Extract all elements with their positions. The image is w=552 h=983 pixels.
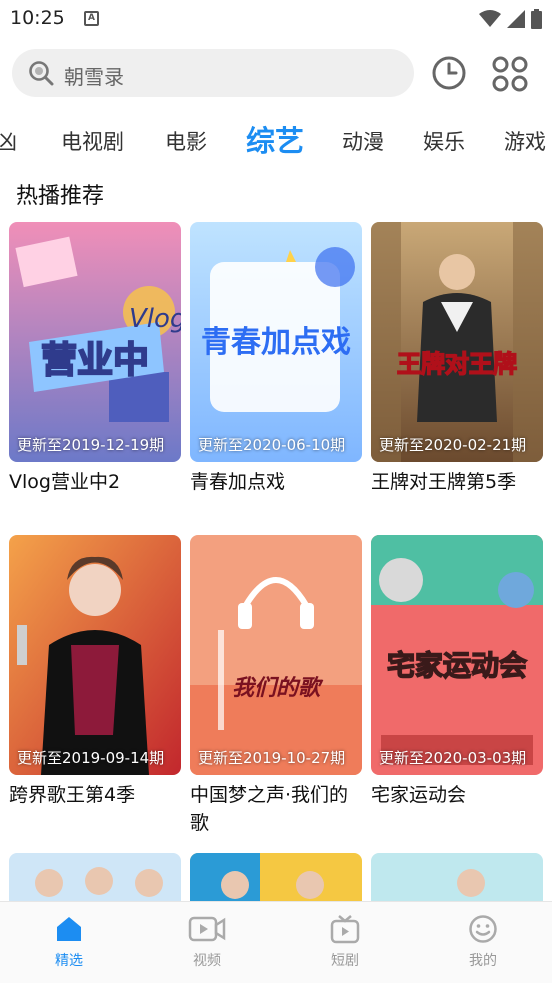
status-icons: [479, 9, 542, 29]
tab-partial[interactable]: 凶: [0, 126, 17, 156]
update-label: 更新至2020-03-03期: [379, 749, 527, 767]
status-time: 10:25: [10, 7, 65, 29]
show-poster[interactable]: 营业中 Vlog 更新至2019-12-19期: [9, 222, 181, 462]
nav-featured[interactable]: 精选: [29, 914, 109, 970]
update-label: 更新至2019-09-14期: [17, 749, 165, 767]
battery-icon: [531, 9, 542, 29]
svg-text:Vlog: Vlog: [129, 304, 181, 334]
show-poster[interactable]: 我们的歌 更新至2019-10-27期: [190, 535, 362, 775]
show-title: 中国梦之声·我们的歌: [190, 784, 349, 834]
video-icon: [188, 916, 226, 942]
tv-icon: [330, 915, 360, 944]
show-poster-partial[interactable]: [371, 853, 543, 901]
history-icon[interactable]: [431, 55, 467, 91]
status-bar: 10:25 A: [0, 0, 552, 38]
nav-video[interactable]: 视频: [167, 914, 247, 970]
show-poster[interactable]: 宅家运动会 更新至2020-03-03期: [371, 535, 543, 775]
poster-logo-text: 王牌对王牌: [397, 350, 517, 378]
update-label: 更新至2020-06-10期: [198, 436, 346, 454]
smile-icon: [469, 915, 497, 943]
tab-games[interactable]: 游戏: [504, 126, 546, 156]
update-label: 更新至2019-10-27期: [198, 749, 346, 767]
nav-featured-label: 精选: [55, 953, 83, 969]
show-poster[interactable]: 更新至2019-09-14期: [9, 535, 181, 775]
show-title: 青春加点戏: [190, 471, 286, 493]
show-poster[interactable]: 王牌对王牌 更新至2020-02-21期: [371, 222, 543, 462]
nav-profile[interactable]: 我的: [443, 914, 523, 970]
tab-anime[interactable]: 动漫: [342, 126, 384, 156]
update-label: 更新至2019-12-19期: [17, 436, 165, 454]
section-title: 热播推荐: [16, 184, 105, 209]
home-icon: [57, 917, 81, 941]
poster-logo-text: 我们的歌: [232, 675, 324, 701]
poster-logo-text: 营业中: [41, 340, 149, 381]
update-label: 更新至2020-02-21期: [379, 436, 527, 454]
tab-movies[interactable]: 电影: [165, 126, 207, 156]
show-title: 宅家运动会: [371, 784, 467, 806]
search-icon: [29, 61, 54, 86]
wifi-icon: [479, 10, 501, 27]
poster-logo-text: 宅家运动会: [387, 649, 527, 682]
apps-grid-icon[interactable]: [492, 56, 528, 92]
show-poster-partial[interactable]: [190, 853, 362, 901]
show-title: Vlog营业中2: [9, 471, 121, 493]
poster-logo-text: 青春加点戏: [201, 325, 351, 360]
nav-video-label: 视频: [193, 953, 221, 969]
bottom-nav: 精选 视频 短剧 我的: [0, 901, 552, 983]
tab-entertainment[interactable]: 娱乐: [423, 126, 465, 156]
show-poster[interactable]: 青春加点戏 更新至2020-06-10期: [190, 222, 362, 462]
signal-icon: [507, 10, 525, 28]
show-title: 跨界歌王第4季: [9, 784, 136, 806]
search-input[interactable]: 朝雪录: [12, 49, 414, 97]
nav-short-drama[interactable]: 短剧: [305, 914, 385, 970]
show-title: 王牌对王牌第5季: [371, 471, 517, 493]
notification-a-icon: A: [84, 11, 99, 26]
category-tabs: 凶 电视剧 电影 综艺 动漫 娱乐 游戏: [0, 112, 552, 164]
tab-variety[interactable]: 综艺: [246, 118, 304, 160]
search-placeholder: 朝雪录: [64, 65, 124, 89]
show-poster-partial[interactable]: [9, 853, 181, 901]
nav-short-drama-label: 短剧: [331, 953, 359, 969]
tab-tv-series[interactable]: 电视剧: [61, 126, 124, 156]
nav-profile-label: 我的: [469, 953, 497, 969]
